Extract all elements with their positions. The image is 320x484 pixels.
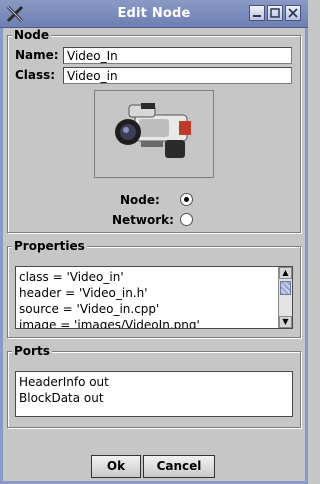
property-line: image = 'images/VideoIn.png' <box>19 318 200 329</box>
node-radio[interactable] <box>180 193 193 206</box>
scroll-up-icon[interactable]: ▲ <box>279 267 292 279</box>
port-line: HeaderInfo out <box>19 375 109 389</box>
properties-group: Properties class = 'Video_in' header = '… <box>7 239 301 338</box>
close-icon <box>288 8 298 18</box>
network-radio[interactable] <box>180 213 193 226</box>
cancel-button[interactable]: Cancel <box>143 455 215 478</box>
ports-group-legend: Ports <box>12 344 52 358</box>
properties-list[interactable]: class = 'Video_in' header = 'Video_in.h'… <box>15 266 293 329</box>
maximize-icon <box>270 8 280 18</box>
property-line: source = 'Video_in.cpp' <box>19 302 160 316</box>
node-radio-label: Node: <box>120 193 160 207</box>
name-label: Name: <box>15 48 59 62</box>
close-button[interactable] <box>285 5 301 21</box>
title-bar[interactable]: Edit Node <box>0 0 308 28</box>
node-group-legend: Node <box>12 28 52 42</box>
minimize-icon <box>253 15 261 17</box>
node-image <box>94 90 214 178</box>
port-line: BlockData out <box>19 391 104 405</box>
network-radio-label: Network: <box>112 213 174 227</box>
class-field[interactable]: Video_in <box>63 67 292 84</box>
ports-group: Ports HeaderInfo out BlockData out <box>7 344 301 428</box>
ok-button[interactable]: Ok <box>91 455 141 478</box>
class-label: Class: <box>15 68 56 82</box>
ports-list[interactable]: HeaderInfo out BlockData out <box>15 371 293 417</box>
name-field[interactable]: Video_In <box>63 47 292 64</box>
property-line: class = 'Video_in' <box>19 270 124 284</box>
scroll-down-icon[interactable]: ▼ <box>279 316 292 328</box>
scroll-thumb[interactable] <box>280 281 291 295</box>
video-camera-icon <box>115 103 191 158</box>
properties-group-legend: Properties <box>12 239 87 253</box>
minimize-button[interactable] <box>249 5 265 21</box>
node-group: Node Name: Video_In Class: Video_in Node… <box>7 28 301 233</box>
properties-scrollbar[interactable]: ▲ ▼ <box>278 267 292 328</box>
property-line: header = 'Video_in.h' <box>19 286 148 300</box>
maximize-button[interactable] <box>267 5 283 21</box>
